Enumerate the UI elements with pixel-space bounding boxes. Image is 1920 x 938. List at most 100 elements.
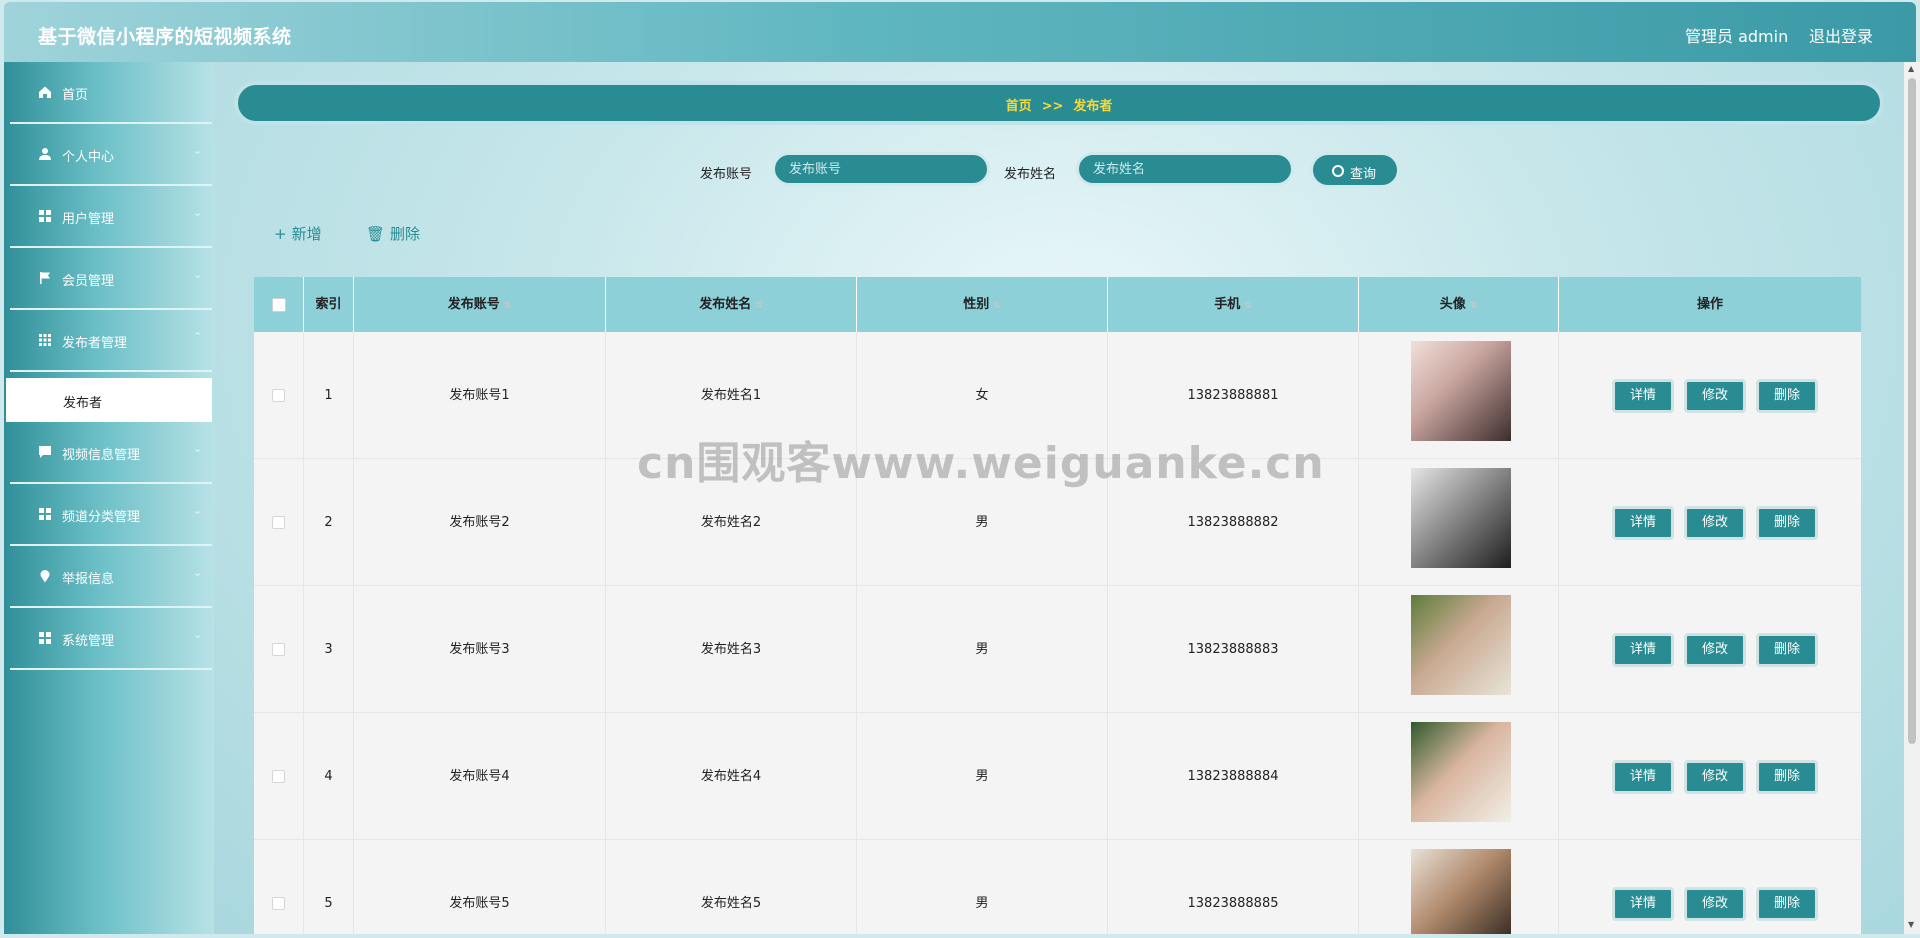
avatar[interactable] [1411,341,1511,441]
chevron-up-icon: ⌃ [193,330,203,343]
watermark: cn围观客www.weiguanke.cn [637,438,1325,489]
chevron-down-icon: ⌄ [193,268,203,281]
cell-index: 3 [304,586,354,713]
chevron-down-icon: ⌄ [193,504,203,517]
chat-icon [39,446,51,458]
avatar[interactable] [1411,722,1511,822]
sidebar: 首页 个人中心 ⌄ 用户管理 ⌄ 会员管理 ⌄ 发布者管理 ⌃ 发布者 视频信息… [4,62,214,934]
cell-name: 发布姓名5 [606,840,857,934]
account-search-label: 发布账号 [700,167,753,182]
sort-icon[interactable]: ⇅ [504,301,512,311]
cell-account: 发布账号1 [354,332,606,459]
sidebar-subitem-label: 发布者 [63,396,103,411]
pin-icon [40,570,50,583]
detail-button[interactable]: 详情 [1612,506,1674,540]
cell-account: 发布账号2 [354,459,606,586]
sidebar-item-publisher-management[interactable]: 发布者管理 ⌃ [10,310,212,372]
cell-phone: 13823888884 [1108,713,1359,840]
table-row: 4 发布账号4 发布姓名4 男 13823888884 详情 修改 删除 [254,713,1861,840]
sidebar-item-video-management[interactable]: 视频信息管理 ⌄ [10,422,212,484]
table-row: 3 发布账号3 发布姓名3 男 13823888883 详情 修改 删除 [254,586,1861,713]
sort-icon[interactable]: ⇅ [1470,301,1478,311]
avatar[interactable] [1411,468,1511,568]
sidebar-item-label: 个人中心 [62,150,115,165]
edit-button[interactable]: 修改 [1684,760,1746,794]
avatar[interactable] [1411,849,1511,934]
column-header-actions: 操作 [1696,297,1723,312]
table-row: 5 发布账号5 发布姓名5 男 13823888885 详情 修改 删除 [254,840,1861,934]
delete-button[interactable]: 删除 [1756,633,1818,667]
cell-gender: 男 [857,840,1108,934]
delete-button[interactable]: 删除 [1756,506,1818,540]
sidebar-subitem-publisher[interactable]: 发布者 [6,378,212,422]
breadcrumb-separator: >> [1041,99,1064,114]
vertical-scrollbar[interactable]: ▲ ▼ [1904,62,1920,934]
breadcrumb-home[interactable]: 首页 [1006,99,1032,114]
detail-button[interactable]: 详情 [1612,887,1674,921]
chevron-down-icon: ⌄ [193,206,203,219]
search-icon [1332,165,1344,177]
avatar[interactable] [1411,595,1511,695]
scroll-up-icon[interactable]: ▲ [1908,64,1914,73]
logout-link[interactable]: 退出登录 [1809,23,1873,47]
row-checkbox[interactable] [272,643,285,656]
scrollbar-thumb[interactable] [1908,78,1916,744]
sidebar-item-member-management[interactable]: 会员管理 ⌄ [10,248,212,310]
delete-button[interactable]: 删除 [1756,887,1818,921]
column-header-gender[interactable]: 性别 ⇅ [857,277,1108,332]
edit-button[interactable]: 修改 [1684,633,1746,667]
cell-phone: 13823888885 [1108,840,1359,934]
scroll-down-icon[interactable]: ▼ [1908,920,1914,929]
current-user-label: 管理员 admin [1685,27,1789,46]
detail-button[interactable]: 详情 [1612,379,1674,413]
column-header-phone[interactable]: 手机 ⇅ [1108,277,1359,332]
account-search-input[interactable] [772,152,990,186]
edit-button[interactable]: 修改 [1684,887,1746,921]
sidebar-item-personal-center[interactable]: 个人中心 ⌄ [10,124,212,186]
sidebar-item-label: 发布者管理 [62,336,128,351]
sort-icon[interactable]: ⇅ [993,301,1001,311]
sort-icon[interactable]: ⇅ [755,301,763,311]
sidebar-item-system-management[interactable]: 系统管理 ⌄ [10,608,212,670]
sidebar-item-channel-category[interactable]: 频道分类管理 ⌄ [10,484,212,546]
sidebar-item-reports[interactable]: 举报信息 ⌄ [10,546,212,608]
add-button[interactable]: + 新增 [274,223,322,244]
select-all-checkbox[interactable] [272,298,286,312]
cell-account: 发布账号4 [354,713,606,840]
breadcrumb-current: 发布者 [1073,99,1113,114]
home-icon [39,86,51,98]
row-checkbox[interactable] [272,770,285,783]
detail-button[interactable]: 详情 [1612,760,1674,794]
breadcrumb: 首页 >> 发布者 [238,95,1880,114]
cell-phone: 13823888883 [1108,586,1359,713]
grid-icon [39,632,51,644]
sort-icon[interactable]: ⇅ [1244,301,1252,311]
breadcrumb-bar: 首页 >> 发布者 [234,81,1884,125]
delete-button[interactable]: 删除 [1756,379,1818,413]
apps-icon [39,334,51,346]
main-content: 首页>>发布者 发布账号 发布姓名 查询 +新增 🗑删除 索引 发布账号⇅ 发布… [214,62,1904,934]
delete-button[interactable]: 删除 [1756,760,1818,794]
sidebar-item-home[interactable]: 首页 [10,62,212,124]
bulk-delete-button[interactable]: 🗑 删除 [366,223,420,244]
column-header-avatar[interactable]: 头像 ⇅ [1359,277,1559,332]
sidebar-item-label: 频道分类管理 [62,510,141,525]
search-button-label: 查询 [1350,167,1377,182]
table-header: 索引 发布账号 ⇅ 发布姓名 ⇅ 性别 ⇅ 手机 ⇅ 头像 ⇅ 操作 [254,277,1861,332]
search-button[interactable]: 查询 [1310,152,1400,188]
row-checkbox[interactable] [272,897,285,910]
edit-button[interactable]: 修改 [1684,379,1746,413]
app-title: 基于微信小程序的短视频系统 [38,26,292,48]
row-checkbox[interactable] [272,516,285,529]
trash-icon: 🗑 [366,225,386,243]
row-checkbox[interactable] [272,389,285,402]
sidebar-item-user-management[interactable]: 用户管理 ⌄ [10,186,212,248]
column-header-name[interactable]: 发布姓名 ⇅ [606,277,857,332]
edit-button[interactable]: 修改 [1684,506,1746,540]
column-header-account[interactable]: 发布账号 ⇅ [354,277,606,332]
cell-index: 1 [304,332,354,459]
column-header-index: 索引 [304,277,354,332]
sidebar-item-label: 会员管理 [62,274,115,289]
detail-button[interactable]: 详情 [1612,633,1674,667]
name-search-input[interactable] [1076,152,1294,186]
